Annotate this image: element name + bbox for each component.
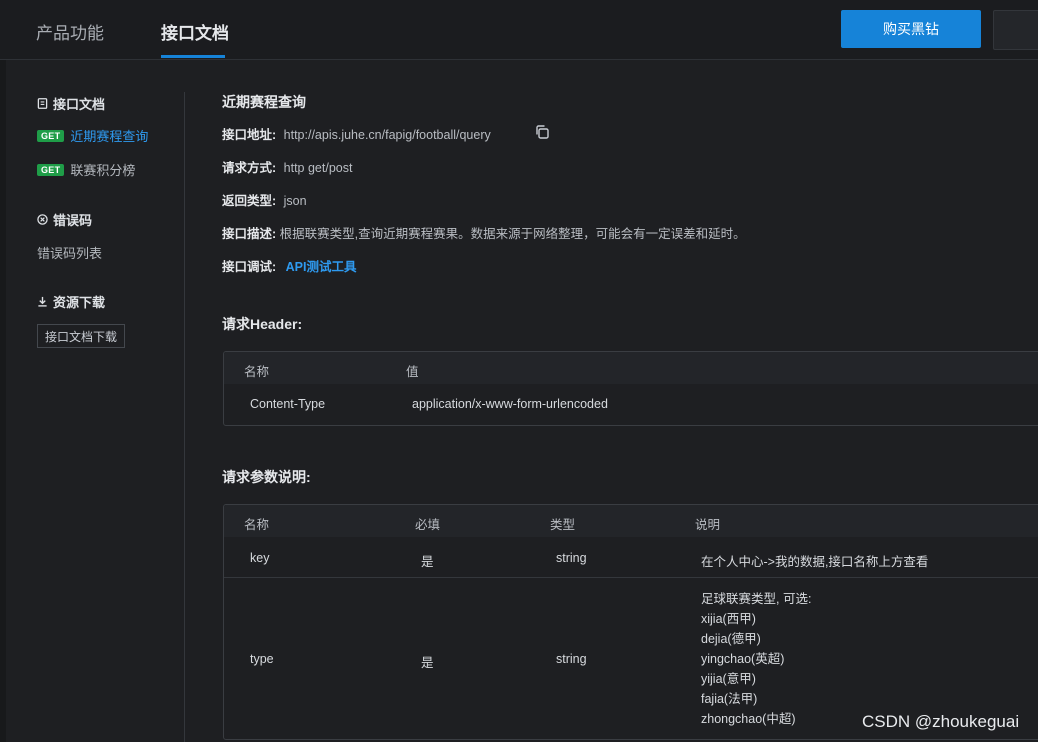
table-header-row: 名称 必填 类型 说明 xyxy=(224,505,1038,537)
api-title: 近期赛程查询 xyxy=(222,94,306,110)
get-method-badge: GET xyxy=(37,163,65,176)
api-desc-value: 根据联赛类型,查询近期赛程赛果。数据来源于网络整理，可能会有一定误差和延时。 xyxy=(279,227,746,241)
api-url-value: http://apis.juhe.cn/fapig/football/query xyxy=(283,128,491,142)
active-tab-indicator xyxy=(161,55,225,58)
api-test-tool-link[interactable]: API测试工具 xyxy=(286,260,357,274)
api-method-value: http get/post xyxy=(283,161,353,175)
api-desc-label: 接口描述: xyxy=(222,227,277,241)
param-desc-cell: 足球联赛类型, 可选: xijia(西甲) dejia(德甲) yingchao… xyxy=(701,589,811,729)
param-type-cell: string xyxy=(556,551,587,565)
param-type-cell: string xyxy=(556,652,587,666)
param-desc-cell: 在个人中心->我的数据,接口名称上方查看 xyxy=(701,555,929,569)
csdn-watermark: CSDN @zhoukeguai xyxy=(862,712,1020,731)
api-url-label: 接口地址: xyxy=(222,128,277,142)
api-method-label: 请求方式: xyxy=(222,161,277,175)
param-desc-line: zhongchao(中超) xyxy=(701,712,796,726)
api-return-row: 返回类型: json xyxy=(222,190,307,209)
request-params-table: 名称 必填 类型 说明 key 是 string 在个人中心->我的数据,接口名… xyxy=(223,504,1038,740)
column-header-required: 必填 xyxy=(415,518,441,532)
param-required-cell: 是 xyxy=(421,656,434,670)
api-debug-row: 接口调试: API测试工具 xyxy=(222,256,357,275)
sidebar-section-errors-label: 错误码 xyxy=(53,213,93,228)
api-url-row: 接口地址: http://apis.juhe.cn/fapig/football… xyxy=(222,124,491,143)
sidebar-item-error-list[interactable]: 错误码列表 xyxy=(37,243,102,262)
sidebar-section-docs-label: 接口文档 xyxy=(53,97,106,112)
table-header-row: 名称 值 xyxy=(224,352,1038,384)
param-desc-line: yijia(意甲) xyxy=(701,672,756,686)
param-desc-line: 足球联赛类型, 可选: xyxy=(701,592,812,606)
param-name-cell: type xyxy=(250,652,274,666)
left-edge-strip xyxy=(0,60,6,742)
row-divider xyxy=(224,577,1038,578)
column-header-desc: 说明 xyxy=(695,518,721,532)
column-header-name: 名称 xyxy=(244,365,270,379)
get-method-badge: GET xyxy=(37,129,65,142)
sidebar-section-downloads-label: 资源下载 xyxy=(53,295,106,310)
api-debug-label: 接口调试: xyxy=(222,260,277,274)
download-docs-button[interactable]: 接口文档下载 xyxy=(37,324,125,348)
document-icon xyxy=(37,98,48,109)
sidebar-item-league-standings[interactable]: GET 联赛积分榜 xyxy=(37,160,135,179)
sidebar-item-label: 错误码列表 xyxy=(37,246,103,261)
tab-product-features[interactable]: 产品功能 xyxy=(36,19,104,44)
param-desc-line: yingchao(英超) xyxy=(701,652,785,666)
param-name-cell: key xyxy=(250,551,270,565)
sidebar-section-errors: 错误码 xyxy=(37,210,92,229)
buy-black-diamond-button[interactable]: 购买黑钻 xyxy=(841,10,981,48)
api-method-row: 请求方式: http get/post xyxy=(222,157,352,176)
request-params-title: 请求参数说明: xyxy=(222,469,311,485)
sidebar-item-label: 近期赛程查询 xyxy=(70,129,149,144)
param-desc-line: dejia(德甲) xyxy=(701,632,761,646)
sidebar-section-downloads: 资源下载 xyxy=(37,292,105,311)
top-nav-bar: 产品功能 接口文档 购买黑钻 xyxy=(0,0,1038,60)
download-icon xyxy=(38,296,47,307)
copy-icon[interactable] xyxy=(534,124,550,140)
api-return-label: 返回类型: xyxy=(222,194,277,208)
param-required-cell: 是 xyxy=(421,555,434,569)
sidebar-item-label: 联赛积分榜 xyxy=(70,163,136,178)
request-header-title: 请求Header: xyxy=(222,316,303,332)
param-desc-line: fajia(法甲) xyxy=(701,692,758,706)
sidebar-item-recent-matches[interactable]: GET 近期赛程查询 xyxy=(37,126,148,145)
sidebar-section-docs: 接口文档 xyxy=(37,94,105,113)
secondary-header-button[interactable] xyxy=(993,10,1038,50)
column-header-name: 名称 xyxy=(244,518,270,532)
param-desc-line: xijia(西甲) xyxy=(701,612,756,626)
column-header-value: 值 xyxy=(406,365,419,379)
sidebar-divider xyxy=(184,92,185,742)
header-name-cell: Content-Type xyxy=(250,397,326,411)
request-header-table: 名称 值 Content-Type application/x-www-form… xyxy=(223,351,1038,426)
api-return-value: json xyxy=(283,194,307,208)
header-value-cell: application/x-www-form-urlencoded xyxy=(412,397,608,411)
column-header-type: 类型 xyxy=(550,518,576,532)
api-desc-row: 接口描述: 根据联赛类型,查询近期赛程赛果。数据来源于网络整理，可能会有一定误差… xyxy=(222,223,746,242)
tab-api-docs[interactable]: 接口文档 xyxy=(161,19,229,44)
error-circle-icon xyxy=(37,214,48,225)
